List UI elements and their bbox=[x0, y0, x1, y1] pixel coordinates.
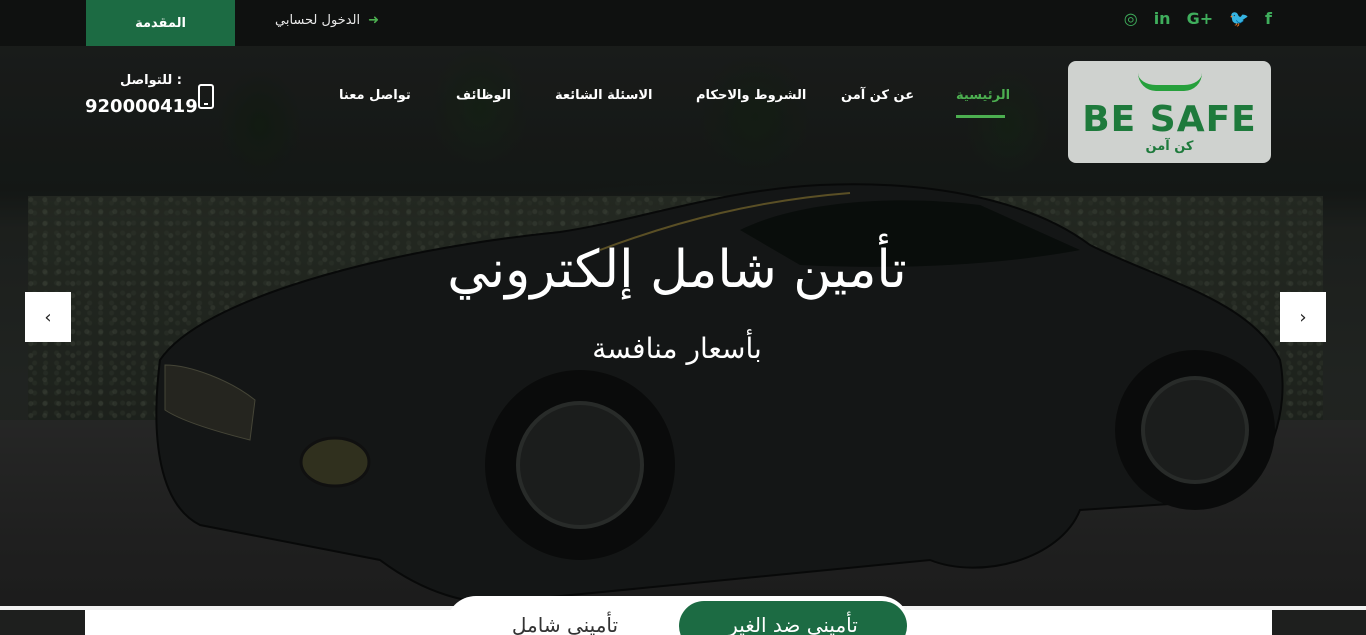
logo-smile-mark bbox=[1138, 73, 1202, 91]
logo-brand: BE SAFE bbox=[1082, 99, 1257, 140]
nav-item-faq[interactable]: الاسئلة الشائعة bbox=[555, 88, 653, 110]
google-plus-icon[interactable]: G+ bbox=[1187, 8, 1214, 30]
instagram-icon[interactable]: ◎ bbox=[1124, 8, 1138, 30]
linkedin-icon[interactable]: in bbox=[1154, 8, 1171, 30]
contact-phone[interactable]: 920000419 bbox=[85, 96, 198, 117]
logo[interactable]: BE SAFE كن آمن bbox=[1068, 61, 1271, 163]
chevron-left-icon: ‹ bbox=[44, 306, 52, 328]
sign-in-icon: ➜ bbox=[368, 13, 379, 28]
contact-label: للتواصل : bbox=[120, 73, 183, 88]
social-links: ◎ in G+ 🐦 f bbox=[1124, 8, 1272, 30]
nav-item-home[interactable]: الرئيسية bbox=[956, 88, 1010, 110]
hero-title: تأمين شامل إلكتروني bbox=[447, 240, 907, 300]
login-label: الدخول لحسابي bbox=[275, 13, 361, 28]
facebook-icon[interactable]: f bbox=[1265, 8, 1272, 30]
hero-subtitle: بأسعار منافسة bbox=[592, 332, 762, 365]
twitter-icon[interactable]: 🐦 bbox=[1229, 8, 1249, 30]
nav-item-terms[interactable]: الشروط والاحكام bbox=[696, 88, 806, 110]
mobile-phone-icon bbox=[198, 84, 214, 109]
tab-comprehensive[interactable]: تأميني شامل bbox=[470, 601, 660, 635]
top-bar: المقدمة الدخول لحسابي ➜ ◎ in G+ 🐦 f bbox=[0, 0, 1366, 46]
carousel-next-button[interactable]: › bbox=[1280, 292, 1326, 342]
nav-item-contact[interactable]: تواصل معنا bbox=[339, 88, 411, 110]
chevron-right-icon: › bbox=[1299, 306, 1307, 328]
nav-active-indicator bbox=[956, 115, 1005, 118]
page: المقدمة الدخول لحسابي ➜ ◎ in G+ 🐦 f BE S… bbox=[0, 0, 1366, 635]
logo-tagline: كن آمن bbox=[1145, 139, 1194, 154]
tab-third-party[interactable]: تأميني ضد الغير bbox=[679, 601, 907, 635]
nav-item-jobs[interactable]: الوظائف bbox=[456, 88, 511, 110]
intro-button[interactable]: المقدمة bbox=[86, 0, 235, 46]
login-link[interactable]: الدخول لحسابي ➜ bbox=[275, 13, 379, 28]
carousel-prev-button[interactable]: ‹ bbox=[25, 292, 71, 342]
nav-item-about[interactable]: عن كن آمن bbox=[841, 88, 914, 110]
